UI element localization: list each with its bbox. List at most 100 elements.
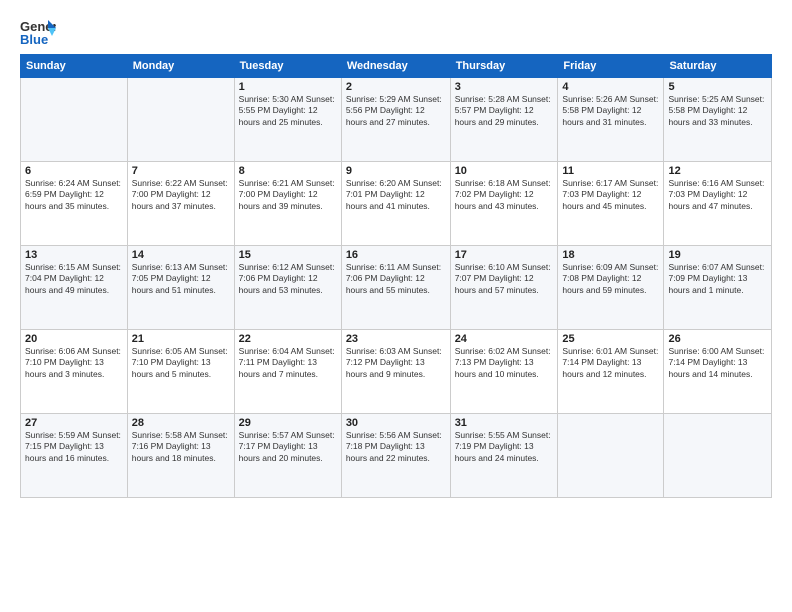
day-number: 5: [668, 81, 767, 93]
day-info: Sunrise: 6:13 AM Sunset: 7:05 PM Dayligh…: [132, 262, 230, 296]
day-info: Sunrise: 5:28 AM Sunset: 5:57 PM Dayligh…: [455, 94, 554, 128]
calendar-cell: 15Sunrise: 6:12 AM Sunset: 7:06 PM Dayli…: [234, 246, 341, 330]
day-info: Sunrise: 6:17 AM Sunset: 7:03 PM Dayligh…: [562, 178, 659, 212]
calendar-cell: 22Sunrise: 6:04 AM Sunset: 7:11 PM Dayli…: [234, 330, 341, 414]
calendar-cell: 28Sunrise: 5:58 AM Sunset: 7:16 PM Dayli…: [127, 414, 234, 498]
calendar-cell: 30Sunrise: 5:56 AM Sunset: 7:18 PM Dayli…: [341, 414, 450, 498]
week-row-5: 27Sunrise: 5:59 AM Sunset: 7:15 PM Dayli…: [21, 414, 772, 498]
day-number: 20: [25, 333, 123, 345]
day-number: 16: [346, 249, 446, 261]
day-number: 23: [346, 333, 446, 345]
day-number: 24: [455, 333, 554, 345]
day-number: 29: [239, 417, 337, 429]
calendar-cell: 25Sunrise: 6:01 AM Sunset: 7:14 PM Dayli…: [558, 330, 664, 414]
day-number: 27: [25, 417, 123, 429]
day-info: Sunrise: 5:58 AM Sunset: 7:16 PM Dayligh…: [132, 430, 230, 464]
weekday-header-monday: Monday: [127, 55, 234, 78]
weekday-header-friday: Friday: [558, 55, 664, 78]
day-info: Sunrise: 5:26 AM Sunset: 5:58 PM Dayligh…: [562, 94, 659, 128]
calendar-cell: 4Sunrise: 5:26 AM Sunset: 5:58 PM Daylig…: [558, 78, 664, 162]
day-info: Sunrise: 6:03 AM Sunset: 7:12 PM Dayligh…: [346, 346, 446, 380]
day-number: 11: [562, 165, 659, 177]
day-number: 12: [668, 165, 767, 177]
calendar-cell: 29Sunrise: 5:57 AM Sunset: 7:17 PM Dayli…: [234, 414, 341, 498]
day-number: 26: [668, 333, 767, 345]
day-number: 18: [562, 249, 659, 261]
day-info: Sunrise: 6:24 AM Sunset: 6:59 PM Dayligh…: [25, 178, 123, 212]
day-info: Sunrise: 6:04 AM Sunset: 7:11 PM Dayligh…: [239, 346, 337, 380]
day-number: 2: [346, 81, 446, 93]
day-number: 3: [455, 81, 554, 93]
day-number: 10: [455, 165, 554, 177]
calendar-cell: 3Sunrise: 5:28 AM Sunset: 5:57 PM Daylig…: [450, 78, 558, 162]
day-info: Sunrise: 6:10 AM Sunset: 7:07 PM Dayligh…: [455, 262, 554, 296]
day-number: 21: [132, 333, 230, 345]
calendar-cell: 18Sunrise: 6:09 AM Sunset: 7:08 PM Dayli…: [558, 246, 664, 330]
calendar-cell: 10Sunrise: 6:18 AM Sunset: 7:02 PM Dayli…: [450, 162, 558, 246]
calendar-cell: 27Sunrise: 5:59 AM Sunset: 7:15 PM Dayli…: [21, 414, 128, 498]
day-info: Sunrise: 5:55 AM Sunset: 7:19 PM Dayligh…: [455, 430, 554, 464]
day-number: 6: [25, 165, 123, 177]
day-number: 15: [239, 249, 337, 261]
day-info: Sunrise: 6:07 AM Sunset: 7:09 PM Dayligh…: [668, 262, 767, 296]
calendar-header: SundayMondayTuesdayWednesdayThursdayFrid…: [21, 55, 772, 78]
day-number: 14: [132, 249, 230, 261]
day-number: 19: [668, 249, 767, 261]
day-info: Sunrise: 5:59 AM Sunset: 7:15 PM Dayligh…: [25, 430, 123, 464]
calendar-cell: [664, 414, 772, 498]
day-number: 9: [346, 165, 446, 177]
day-info: Sunrise: 6:06 AM Sunset: 7:10 PM Dayligh…: [25, 346, 123, 380]
day-info: Sunrise: 6:02 AM Sunset: 7:13 PM Dayligh…: [455, 346, 554, 380]
weekday-header-row: SundayMondayTuesdayWednesdayThursdayFrid…: [21, 55, 772, 78]
day-info: Sunrise: 6:20 AM Sunset: 7:01 PM Dayligh…: [346, 178, 446, 212]
header: General Blue: [20, 18, 772, 46]
calendar-cell: 12Sunrise: 6:16 AM Sunset: 7:03 PM Dayli…: [664, 162, 772, 246]
calendar-cell: 6Sunrise: 6:24 AM Sunset: 6:59 PM Daylig…: [21, 162, 128, 246]
day-info: Sunrise: 6:15 AM Sunset: 7:04 PM Dayligh…: [25, 262, 123, 296]
calendar-cell: [127, 78, 234, 162]
calendar-cell: 7Sunrise: 6:22 AM Sunset: 7:00 PM Daylig…: [127, 162, 234, 246]
calendar-table: SundayMondayTuesdayWednesdayThursdayFrid…: [20, 54, 772, 498]
day-info: Sunrise: 6:11 AM Sunset: 7:06 PM Dayligh…: [346, 262, 446, 296]
day-number: 17: [455, 249, 554, 261]
day-info: Sunrise: 6:22 AM Sunset: 7:00 PM Dayligh…: [132, 178, 230, 212]
weekday-header-saturday: Saturday: [664, 55, 772, 78]
weekday-header-thursday: Thursday: [450, 55, 558, 78]
weekday-header-sunday: Sunday: [21, 55, 128, 78]
day-number: 1: [239, 81, 337, 93]
calendar-cell: 8Sunrise: 6:21 AM Sunset: 7:00 PM Daylig…: [234, 162, 341, 246]
calendar-cell: 16Sunrise: 6:11 AM Sunset: 7:06 PM Dayli…: [341, 246, 450, 330]
calendar-cell: 20Sunrise: 6:06 AM Sunset: 7:10 PM Dayli…: [21, 330, 128, 414]
week-row-3: 13Sunrise: 6:15 AM Sunset: 7:04 PM Dayli…: [21, 246, 772, 330]
weekday-header-wednesday: Wednesday: [341, 55, 450, 78]
week-row-4: 20Sunrise: 6:06 AM Sunset: 7:10 PM Dayli…: [21, 330, 772, 414]
calendar-cell: 2Sunrise: 5:29 AM Sunset: 5:56 PM Daylig…: [341, 78, 450, 162]
day-info: Sunrise: 6:21 AM Sunset: 7:00 PM Dayligh…: [239, 178, 337, 212]
week-row-2: 6Sunrise: 6:24 AM Sunset: 6:59 PM Daylig…: [21, 162, 772, 246]
calendar-cell: 14Sunrise: 6:13 AM Sunset: 7:05 PM Dayli…: [127, 246, 234, 330]
calendar-cell: 21Sunrise: 6:05 AM Sunset: 7:10 PM Dayli…: [127, 330, 234, 414]
day-info: Sunrise: 6:18 AM Sunset: 7:02 PM Dayligh…: [455, 178, 554, 212]
calendar-cell: [558, 414, 664, 498]
day-info: Sunrise: 6:05 AM Sunset: 7:10 PM Dayligh…: [132, 346, 230, 380]
day-info: Sunrise: 6:00 AM Sunset: 7:14 PM Dayligh…: [668, 346, 767, 380]
calendar-cell: 9Sunrise: 6:20 AM Sunset: 7:01 PM Daylig…: [341, 162, 450, 246]
day-info: Sunrise: 6:01 AM Sunset: 7:14 PM Dayligh…: [562, 346, 659, 380]
day-info: Sunrise: 6:16 AM Sunset: 7:03 PM Dayligh…: [668, 178, 767, 212]
calendar-cell: 26Sunrise: 6:00 AM Sunset: 7:14 PM Dayli…: [664, 330, 772, 414]
page: General Blue SundayMondayTuesdayWednesda…: [0, 0, 792, 612]
day-info: Sunrise: 5:29 AM Sunset: 5:56 PM Dayligh…: [346, 94, 446, 128]
day-number: 28: [132, 417, 230, 429]
day-info: Sunrise: 5:30 AM Sunset: 5:55 PM Dayligh…: [239, 94, 337, 128]
svg-text:Blue: Blue: [20, 32, 48, 46]
logo: General Blue: [20, 18, 56, 46]
day-info: Sunrise: 6:09 AM Sunset: 7:08 PM Dayligh…: [562, 262, 659, 296]
day-number: 8: [239, 165, 337, 177]
weekday-header-tuesday: Tuesday: [234, 55, 341, 78]
calendar-cell: 23Sunrise: 6:03 AM Sunset: 7:12 PM Dayli…: [341, 330, 450, 414]
day-number: 30: [346, 417, 446, 429]
calendar-cell: 19Sunrise: 6:07 AM Sunset: 7:09 PM Dayli…: [664, 246, 772, 330]
calendar-cell: 13Sunrise: 6:15 AM Sunset: 7:04 PM Dayli…: [21, 246, 128, 330]
calendar-cell: 17Sunrise: 6:10 AM Sunset: 7:07 PM Dayli…: [450, 246, 558, 330]
calendar-cell: 24Sunrise: 6:02 AM Sunset: 7:13 PM Dayli…: [450, 330, 558, 414]
